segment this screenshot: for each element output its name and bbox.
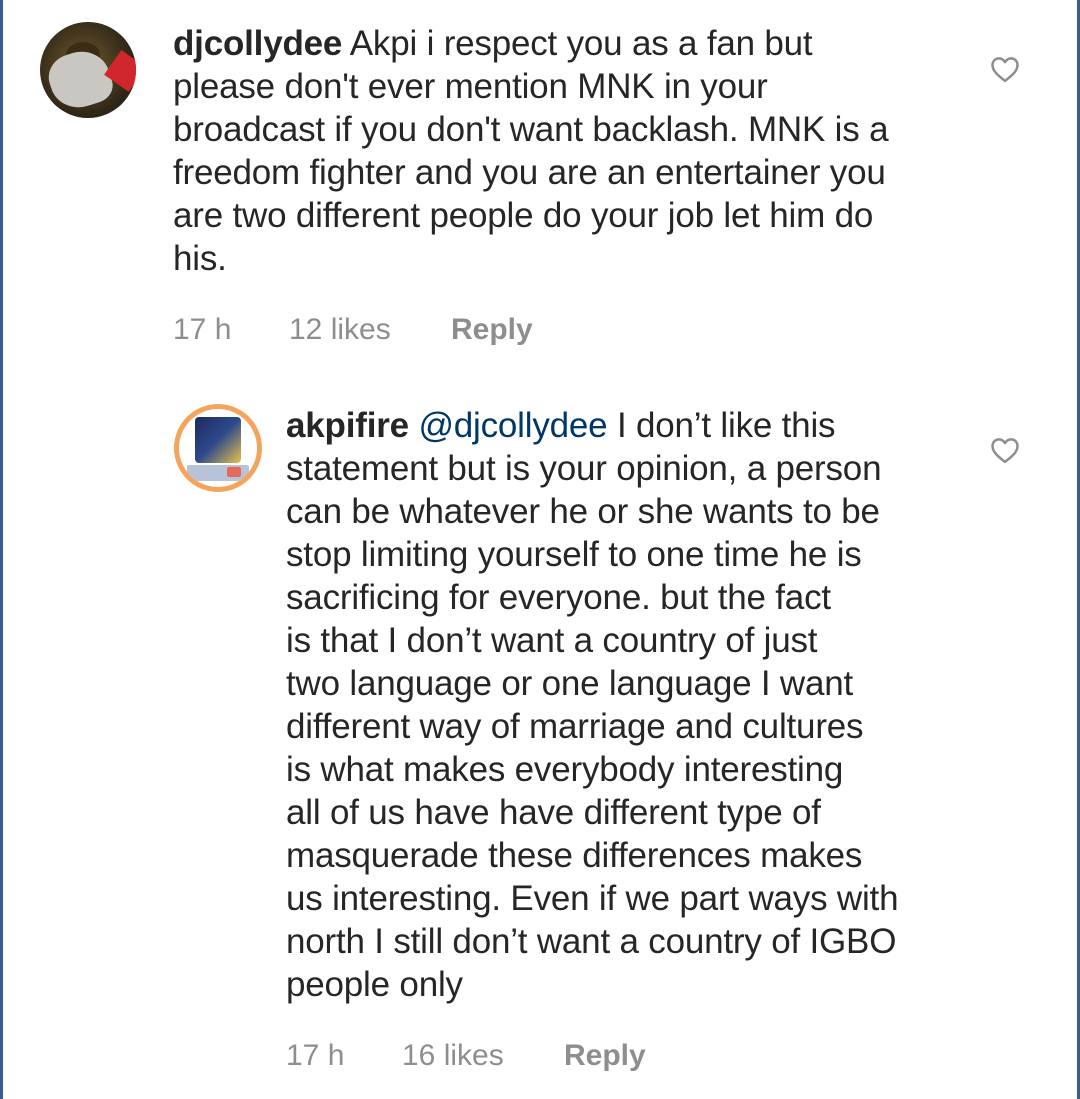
comment-text-line: us interesting. Even if we part ways wit… xyxy=(286,879,899,918)
comment-text-line: can be whatever he or she wants to be xyxy=(286,492,880,531)
comment-text-line: two language or one language I want xyxy=(286,664,854,703)
mention-link[interactable]: @djcollydee xyxy=(418,406,607,445)
comment-text-line: stop limiting yourself to one time he is xyxy=(286,535,862,574)
comment-text-line: statement but is your opinion, a person xyxy=(286,449,882,488)
comment-text-line: people only xyxy=(286,965,463,1004)
comment-body: djcollydee Akpi i respect you as a fan b… xyxy=(173,22,973,351)
heart-outline-icon[interactable] xyxy=(990,55,1020,83)
comment-text-line: please don't ever mention MNK in your xyxy=(173,67,768,106)
comment-text-line: masquerade these differences makes xyxy=(286,836,863,875)
comment-text-line: north I still don’t want a country of IG… xyxy=(286,922,897,961)
avatar-photo xyxy=(179,409,257,487)
comment-text-line: sacrificing for everyone. but the fact xyxy=(286,578,831,617)
avatar-photo-detail xyxy=(42,44,118,115)
avatar[interactable] xyxy=(174,404,262,492)
comment-text-line: are two different people do your job let… xyxy=(173,196,874,235)
comment-text-line: his. xyxy=(173,239,227,278)
comment-text: akpifire @djcollydee I don’t like this s… xyxy=(286,404,966,1006)
heart-outline-icon[interactable] xyxy=(990,436,1020,464)
comment-text-line: different way of marriage and cultures xyxy=(286,707,864,746)
comment-text-line: all of us have have different type of xyxy=(286,793,821,832)
comment-body: akpifire @djcollydee I don’t like this s… xyxy=(286,404,966,1077)
comment-username[interactable]: djcollydee xyxy=(173,24,342,63)
comment-likes-count[interactable]: 12 likes xyxy=(289,308,451,351)
comment-text-line: broadcast if you don't want backlash. MN… xyxy=(173,110,889,149)
comment-text-line: freedom fighter and you are an entertain… xyxy=(173,153,886,192)
comment-text: djcollydee Akpi i respect you as a fan b… xyxy=(173,22,973,280)
comment-text-line: is what makes everybody interesting xyxy=(286,750,844,789)
comment-likes-count[interactable]: 16 likes xyxy=(402,1034,564,1077)
comment-meta: 17 h 12 likes Reply xyxy=(173,308,973,351)
comment-text-line: is that I don’t want a country of just xyxy=(286,621,818,660)
left-edge-border xyxy=(0,0,3,1099)
comment-line: djcollydee Akpi i respect you as a fan b… xyxy=(173,22,973,65)
avatar-photo-detail xyxy=(195,417,241,463)
reply-button[interactable]: Reply xyxy=(451,308,533,351)
comment-text-line: Akpi i respect you as a fan but xyxy=(349,24,813,63)
comment-timestamp: 17 h xyxy=(286,1039,345,1072)
comment-text-line: I don’t like this xyxy=(616,406,836,445)
comment-line: akpifire @djcollydee I don’t like this xyxy=(286,404,966,447)
avatar-photo-detail xyxy=(227,467,241,477)
comment-username[interactable]: akpifire xyxy=(286,406,409,445)
reply-button[interactable]: Reply xyxy=(564,1034,646,1077)
comment-timestamp: 17 h xyxy=(173,313,232,346)
comment-meta: 17 h 16 likes Reply xyxy=(286,1034,966,1077)
avatar[interactable] xyxy=(40,22,136,118)
